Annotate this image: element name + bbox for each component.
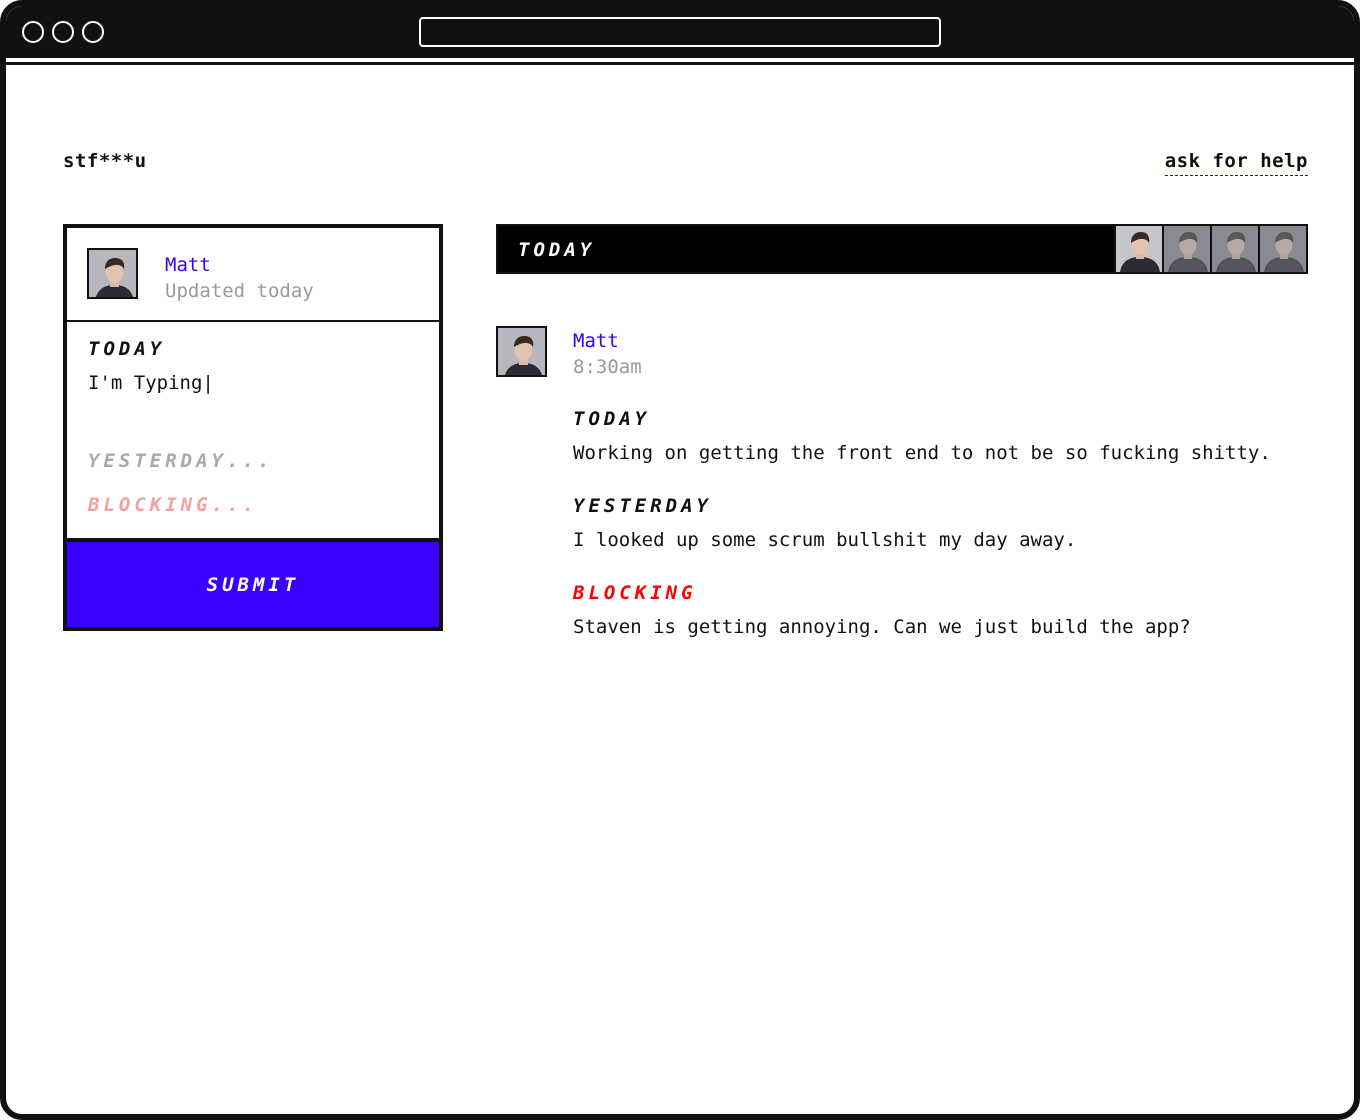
ask-for-help-link[interactable]: ask for help — [1164, 150, 1308, 176]
composer-body: TODAY I'm Typing| YESTERDAY... BLOCKING.… — [67, 322, 439, 538]
composer-user: Matt Updated today — [165, 252, 314, 304]
window-titlebar — [6, 6, 1354, 65]
window-close-control[interactable] — [22, 21, 44, 43]
post-blocking-section: BLOCKING Staven is getting annoying. Can… — [573, 582, 1191, 638]
team-avatar[interactable] — [1162, 226, 1210, 272]
today-label: TODAY — [88, 338, 166, 360]
post-today-label: TODAY — [573, 408, 651, 430]
post-time: 8:30am — [573, 356, 642, 378]
avatar — [496, 326, 547, 377]
submit-label: SUBMIT — [206, 573, 300, 596]
blocking-input[interactable]: BLOCKING... — [88, 494, 258, 516]
post-author: Matt 8:30am — [573, 328, 642, 380]
post-yesterday-text: I looked up some scrum bullshit my day a… — [573, 529, 1077, 551]
person-avatar-icon — [1168, 232, 1208, 272]
post-user-name[interactable]: Matt — [573, 328, 642, 354]
team-avatar[interactable] — [1210, 226, 1258, 272]
standup-composer: Matt Updated today TODAY I'm Typing| YES… — [63, 224, 443, 631]
post-today-text: Working on getting the front end to not … — [573, 442, 1271, 464]
today-input[interactable]: I'm Typing| — [88, 372, 214, 394]
app-logo: stf***u — [63, 150, 147, 172]
user-name[interactable]: Matt — [165, 252, 314, 278]
feed-day-label: TODAY — [518, 239, 596, 261]
team-avatar[interactable] — [1258, 226, 1306, 272]
post-blocking-label: BLOCKING — [573, 582, 697, 604]
person-avatar-icon — [1216, 232, 1256, 272]
feed-header: TODAY — [496, 224, 1308, 274]
person-avatar-icon — [1264, 232, 1304, 272]
update-status: Updated today — [165, 280, 314, 302]
person-avatar-icon — [498, 328, 545, 375]
post-yesterday-label: YESTERDAY — [573, 495, 712, 517]
post-today-section: TODAY Working on getting the front end t… — [573, 408, 1271, 464]
window-minimize-control[interactable] — [52, 21, 74, 43]
window-maximize-control[interactable] — [82, 21, 104, 43]
team-avatar[interactable] — [1114, 226, 1162, 272]
team-avatars — [1114, 226, 1306, 272]
yesterday-input[interactable]: YESTERDAY... — [88, 450, 273, 472]
person-avatar-icon — [89, 250, 136, 297]
submit-button[interactable]: SUBMIT — [67, 538, 439, 627]
browser-window: stf***u ask for help Matt Updated today … — [0, 0, 1360, 1120]
post-yesterday-section: YESTERDAY I looked up some scrum bullshi… — [573, 495, 1076, 551]
address-bar[interactable] — [419, 17, 941, 47]
person-avatar-icon — [1120, 232, 1160, 272]
post-blocking-text: Staven is getting annoying. Can we just … — [573, 616, 1191, 638]
avatar — [87, 248, 138, 299]
composer-header: Matt Updated today — [67, 228, 439, 322]
